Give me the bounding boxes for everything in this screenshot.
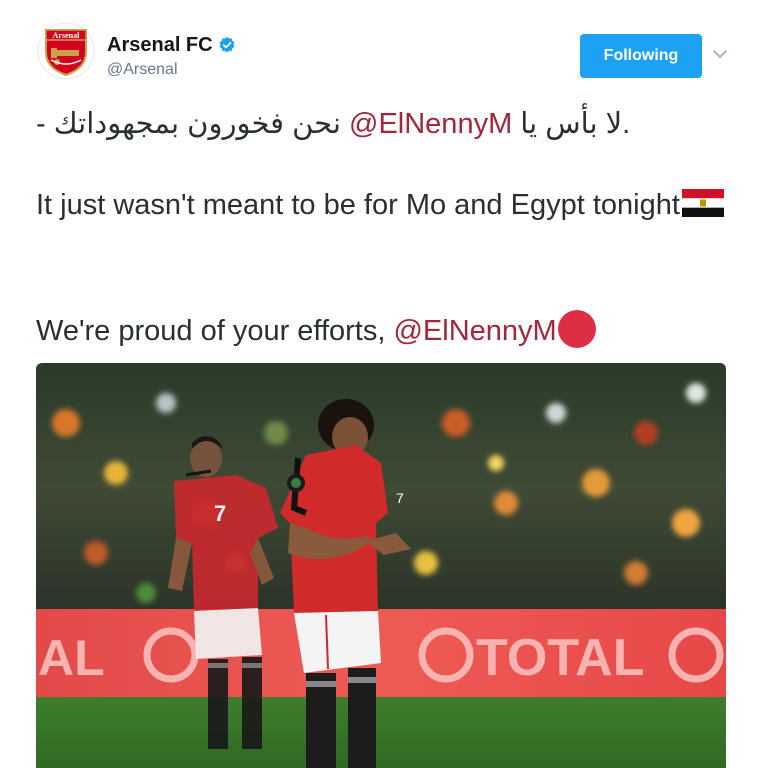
author-handle[interactable]: @Arsenal (107, 61, 236, 79)
football-players-photo: AL TOTAL 7 7 (36, 363, 726, 768)
mention-link-2[interactable]: @ElNennyM (393, 315, 556, 347)
arabic-text-start: .لا بأس يا (520, 108, 631, 140)
egypt-flag-icon (681, 189, 724, 217)
svg-text:Arsenal: Arsenal (53, 31, 80, 40)
following-button[interactable]: Following (580, 34, 702, 78)
tweet-text-paragraph-3: We're proud of your efforts, @ElNennyM (36, 310, 726, 352)
mention-link[interactable]: @ElNennyM (349, 108, 512, 140)
pitch (36, 697, 726, 768)
chevron-down-icon[interactable] (710, 44, 730, 64)
tweet-text-paragraph-2: It just wasn't meant to be for Mo and Eg… (36, 185, 726, 226)
display-name[interactable]: Arsenal FC (107, 34, 213, 57)
tweet-photo[interactable]: AL TOTAL 7 7 (36, 363, 726, 768)
tweet-card: Arsenal Arsenal FC @Arsenal Following نح… (0, 0, 768, 768)
red-circle-icon (557, 310, 596, 348)
tweet-text-proud: We're proud of your efforts, (36, 315, 394, 347)
author-block: Arsenal FC @Arsenal (107, 32, 236, 79)
player-front-number: 7 (396, 490, 404, 506)
avatar[interactable]: Arsenal (37, 22, 95, 80)
verified-badge-icon (219, 36, 235, 53)
banner-total-text: TOTAL (476, 629, 645, 687)
tweet-text-tonight: It just wasn't meant to be for Mo and Eg… (36, 189, 680, 221)
tweet-text-arabic-line: نحن فخورون بمجهوداتك - @ElNennyM .لا بأس… (36, 104, 726, 145)
display-name-row: Arsenal FC (107, 32, 236, 58)
banner-left-text: AL (38, 630, 105, 686)
arsenal-crest-icon: Arsenal (37, 22, 95, 80)
player-back-number: 7 (214, 501, 226, 526)
arabic-text-end: نحن فخورون بمجهوداتك - (36, 108, 341, 140)
